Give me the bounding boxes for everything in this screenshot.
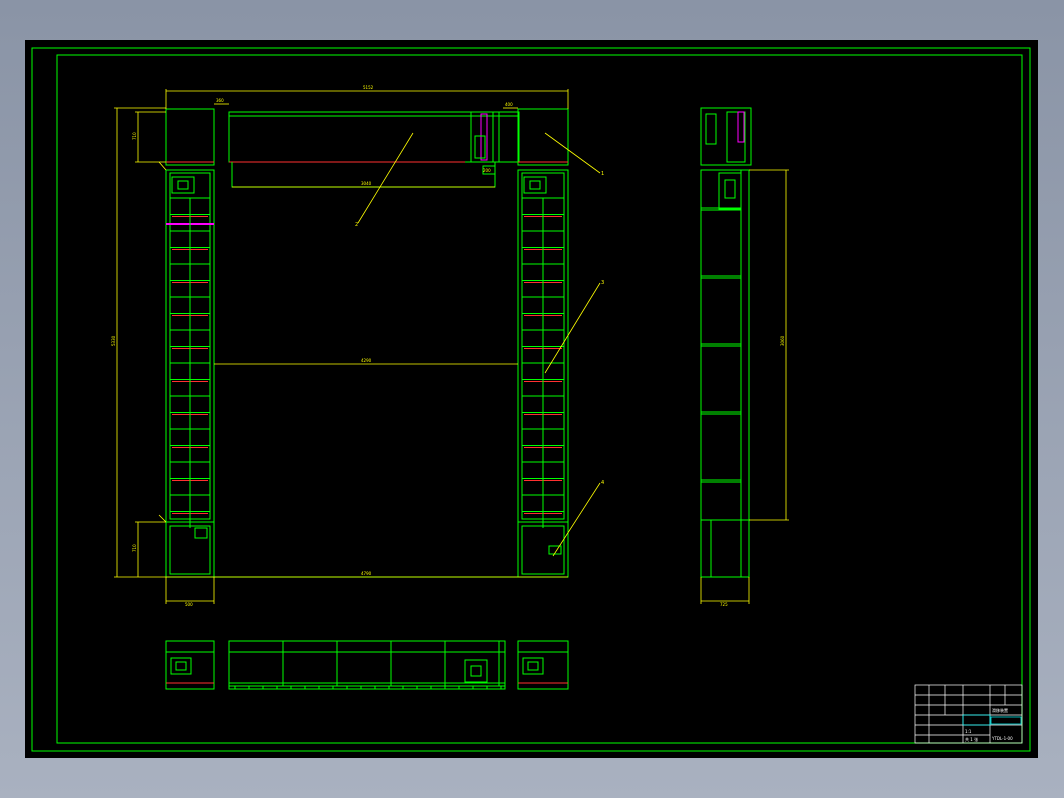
dim-left-width-bottom: 500 xyxy=(185,602,193,607)
dim-mid-span: 4290 xyxy=(361,358,372,363)
dim-small-top-right: 400 xyxy=(505,102,513,107)
dim-left-bottom: 710 xyxy=(132,544,137,552)
callout-label-1: 1 xyxy=(601,171,604,177)
inner-frame xyxy=(56,54,1023,744)
dim-small-top-left: 360 xyxy=(216,98,224,103)
cad-drawing: 5152 360 400 3040 200 710 5330 710 4290 … xyxy=(31,47,1031,752)
drawing-number: YTDL-1-00 xyxy=(991,736,1013,741)
dim-bottom-span: 4790 xyxy=(361,571,372,576)
title-block-accent xyxy=(962,714,991,726)
dim-top-block: 710 xyxy=(132,132,137,140)
drawing-sheet: 5152 360 400 3040 200 710 5330 710 4290 … xyxy=(25,40,1038,758)
callout-label-3: 3 xyxy=(601,280,604,286)
right-rungs xyxy=(522,197,564,528)
title-block xyxy=(914,684,1023,744)
outer-frame xyxy=(31,47,1031,752)
side-rungs xyxy=(701,207,741,483)
drawing-scale: 1:1 xyxy=(965,729,972,734)
dim-side-width: 725 xyxy=(720,602,728,607)
top-beam xyxy=(165,108,569,188)
dim-small-gear: 200 xyxy=(483,168,491,173)
plan-rungs xyxy=(234,641,502,689)
side-view xyxy=(700,107,752,578)
plan-view xyxy=(165,640,569,690)
dim-top-inner: 3040 xyxy=(361,181,372,186)
dim-top-overall: 5152 xyxy=(363,85,374,90)
dim-right-height: 3060 xyxy=(780,335,785,346)
callout-label-4: 4 xyxy=(601,480,604,486)
title-block-logo xyxy=(990,716,1022,725)
title-text: 滑移装置 xyxy=(992,707,1008,713)
sheet-count: 共 1 张 xyxy=(965,736,978,742)
callout-label-2: 2 xyxy=(355,222,358,228)
bottom-blocks xyxy=(165,521,569,578)
side-dimensions xyxy=(700,169,789,604)
dim-left-height: 5330 xyxy=(111,335,116,346)
left-rungs xyxy=(170,197,210,528)
